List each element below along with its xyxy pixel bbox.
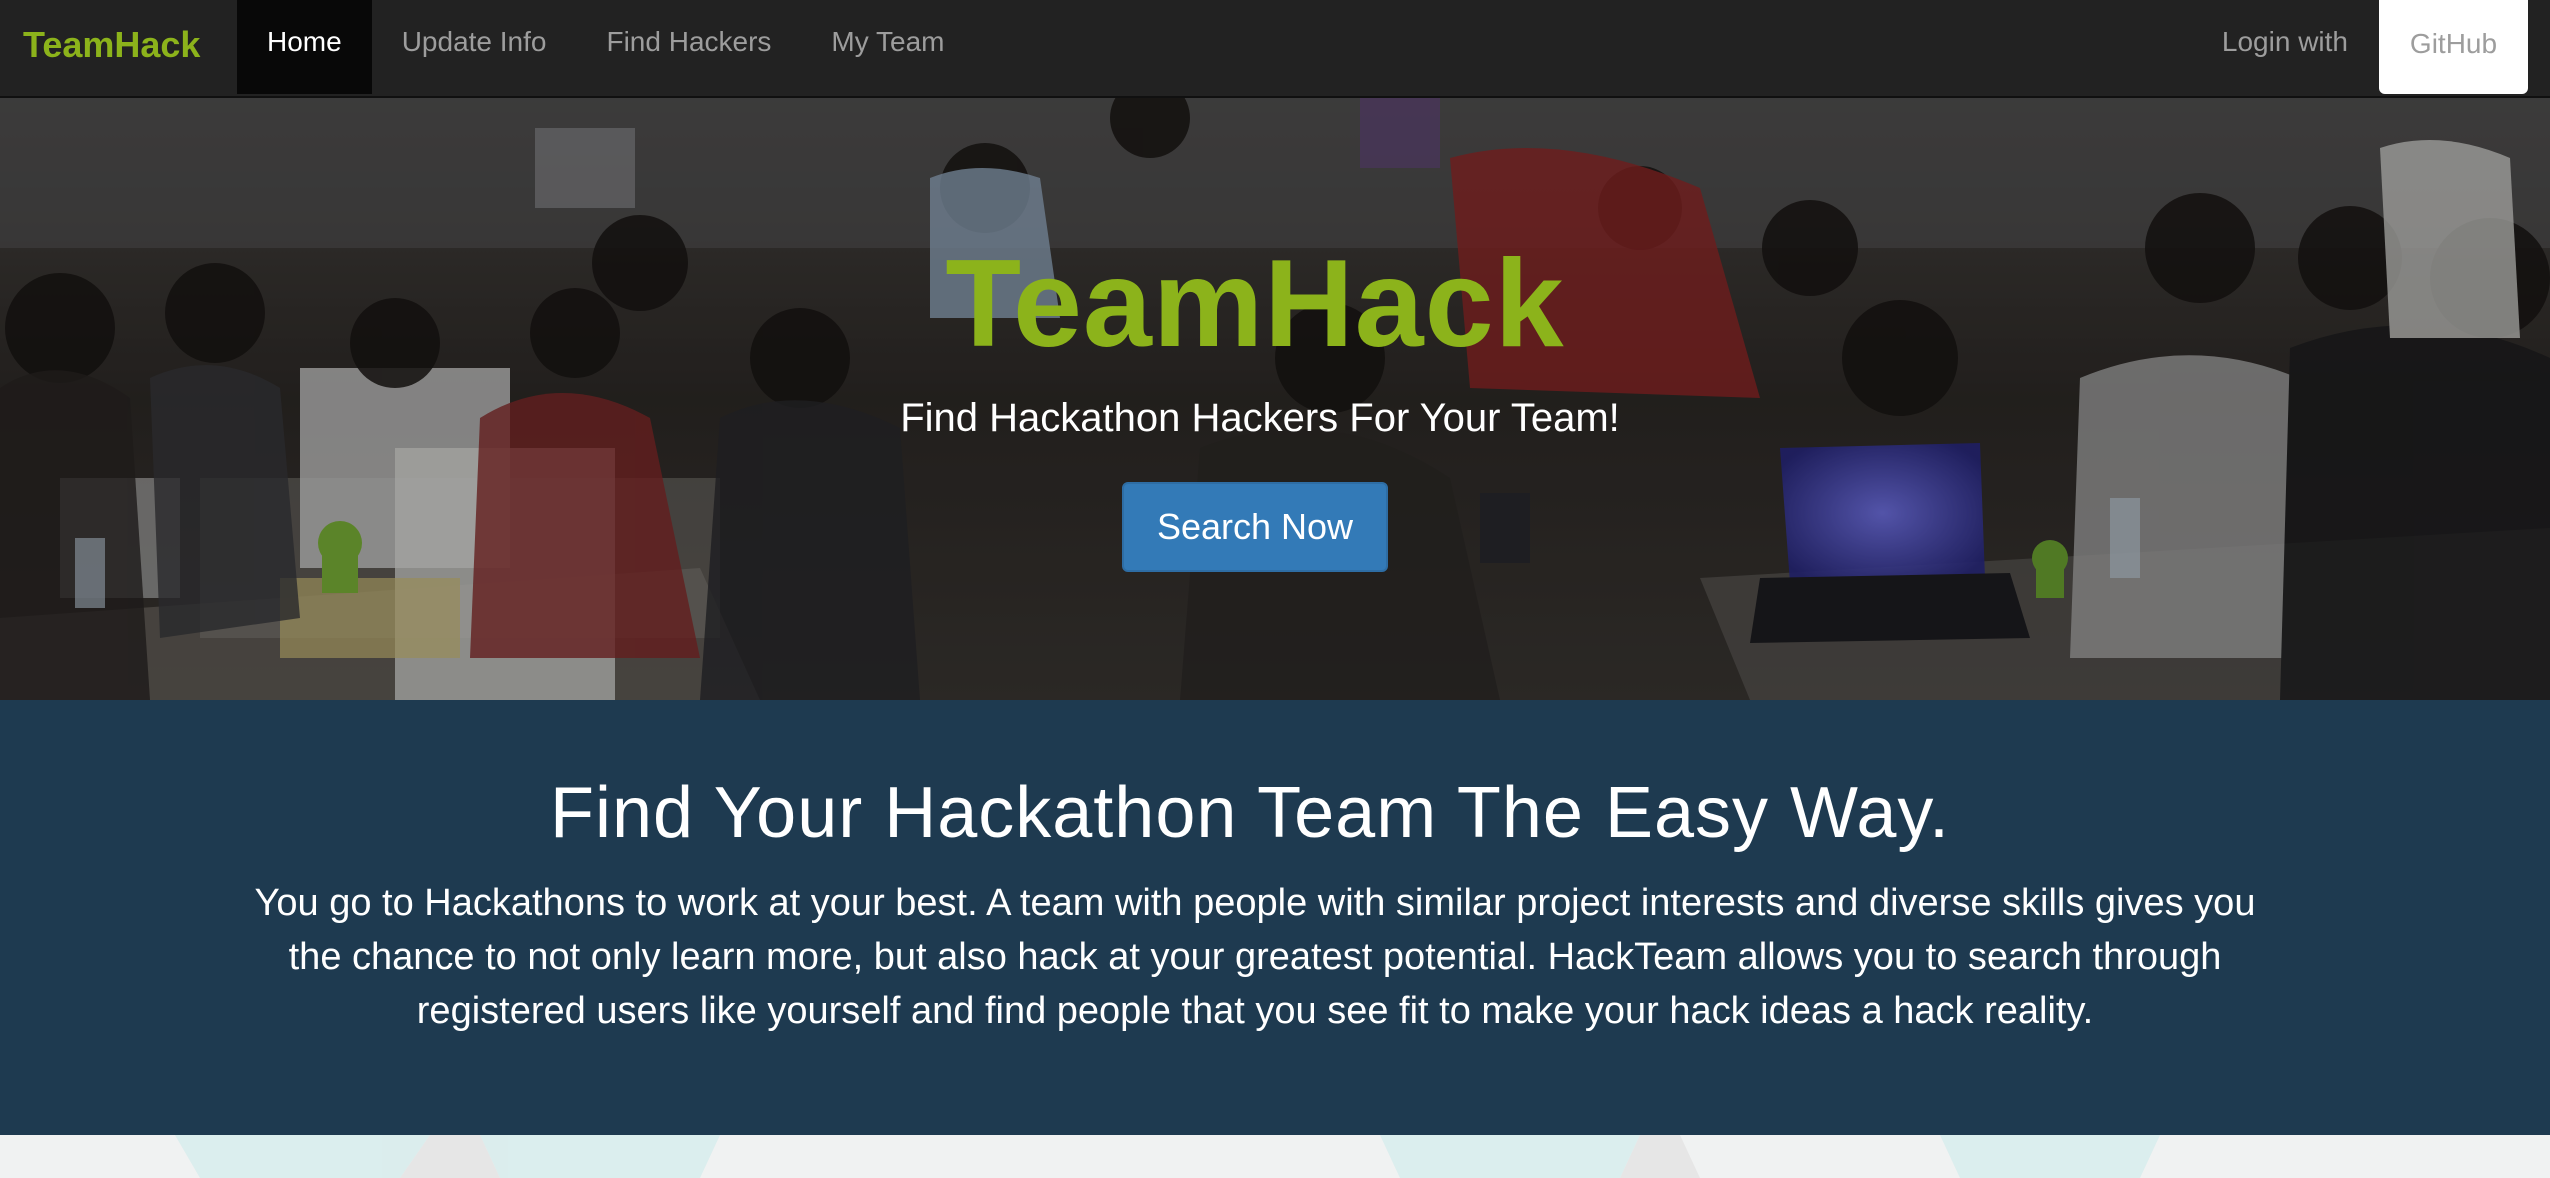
bottom-pattern-strip: [0, 1135, 2550, 1178]
login-with-label: Login with: [2221, 26, 2348, 57]
search-now-button[interactable]: Search Now: [1122, 482, 1388, 572]
nav-link-my-team[interactable]: My Team: [801, 0, 974, 94]
info-heading: Find Your Hackathon Team The Easy Way.: [549, 773, 1951, 853]
brand-logo-link[interactable]: TeamHack: [23, 20, 200, 70]
hexagon-pattern: [175, 1135, 2160, 1178]
top-navbar: TeamHack Home Update Info Find Hackers M…: [0, 0, 2550, 98]
hero-section: TeamHack Find Hackathon Hackers For Your…: [0, 98, 2550, 700]
nav-link-find-hackers[interactable]: Find Hackers: [576, 0, 801, 94]
info-body-text: You go to Hackathons to work at your bes…: [254, 882, 2256, 1032]
info-section: Find Your Hackathon Team The Easy Way. Y…: [0, 700, 2550, 1135]
hero-subtitle: Find Hackathon Hackers For Your Team!: [900, 396, 1620, 440]
nav-link-home[interactable]: Home: [237, 0, 372, 94]
hero-title: TeamHack: [945, 235, 1565, 373]
nav-link-update-info[interactable]: Update Info: [372, 0, 577, 94]
github-login-button[interactable]: GitHub: [2379, 0, 2528, 94]
nav-links: Home Update Info Find Hackers My Team: [237, 0, 975, 94]
